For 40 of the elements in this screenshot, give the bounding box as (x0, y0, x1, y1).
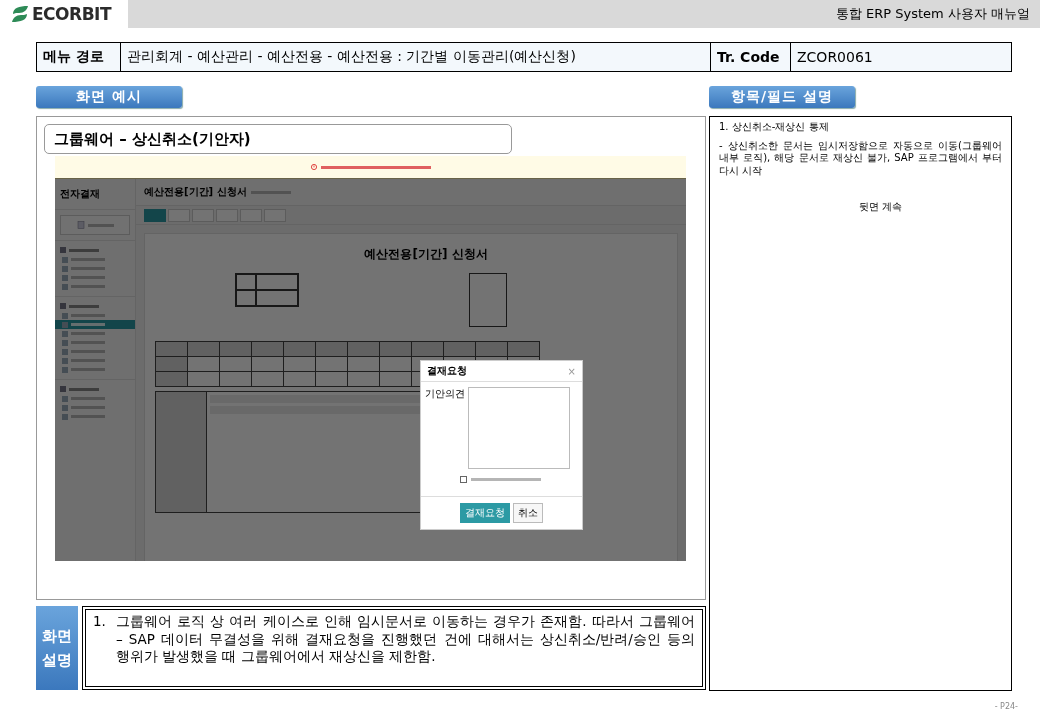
continued-note: 뒷면 계속 (857, 201, 904, 214)
page-title: 예산전용[기간] 신청서 (144, 185, 247, 199)
menu-path-label: 메뉴 경로 (37, 43, 121, 71)
folder-icon (60, 386, 66, 392)
nav-group-label-line (69, 387, 99, 391)
manual-title: 통합 ERP System 사용자 매뉴얼 (835, 5, 1030, 23)
section-heading: 항목/필드 설명 (709, 86, 855, 108)
folder-icon (60, 303, 66, 309)
nav-group-label-line (69, 248, 99, 252)
section-heading: 화면 예시 (36, 86, 182, 108)
approval-stamp-box (469, 273, 507, 327)
new-document-button[interactable] (60, 215, 130, 235)
checkbox[interactable] (460, 476, 467, 483)
toolbar-button[interactable] (144, 208, 166, 222)
document-icon (76, 221, 85, 229)
list-number: 1. (93, 613, 106, 631)
submit-button[interactable]: 결재요청 (460, 503, 510, 523)
description-label: 화면 설명 (36, 606, 78, 690)
caption: 그룹웨어 – 상신취소(기안자) (44, 124, 512, 154)
description-text: 그룹웨어 로직 상 여러 케이스로 인해 임시문서로 이동하는 경우가 존재함. 따라서 그룹웨어 – SAP 데이터 무결성을 위해 결재요청을 진행했던 건에 대해서는 상신취소/반려/승인 등의 행위가 발생했을 때 그룹웨어에서 재상신을 제한함. (115, 613, 695, 667)
logo-text: ECORBIT (32, 4, 111, 24)
note-text: - 상신취소한 문서는 임시저장함으로 자동으로 이동(그룹웨어 내부 로직), 해당 문서로 재상신 불가, SAP 프로그램에서 부터 다시 시작 (719, 139, 1002, 177)
folder-icon (60, 247, 66, 253)
menu-path: 관리회계 - 예산관리 - 예산전용 - 예산전용 : 기간별 이동관리(예산신청) (121, 43, 711, 71)
leaf-logo-icon (10, 5, 30, 23)
nav-group-label-line (69, 304, 99, 308)
document-title: 예산전용[기간] 신청서 (363, 246, 489, 263)
cancel-button[interactable]: 취소 (513, 503, 543, 523)
tr-code-label: Tr. Code (711, 43, 791, 71)
note-title: 1. 상신취소-재상신 통제 (719, 121, 830, 134)
comment-field[interactable] (468, 387, 570, 469)
field-label: 기안의견 (425, 387, 465, 401)
app-title: 전자결재 (55, 179, 135, 210)
dialog-title: 결재요청 (427, 364, 467, 378)
option-text-line (471, 478, 541, 481)
page-number: - P24- (994, 702, 1018, 711)
warning-icon (310, 164, 317, 170)
nav-item[interactable] (55, 320, 135, 329)
close-button[interactable]: × (567, 365, 576, 377)
tr-code: ZCOR0061 (796, 48, 874, 67)
